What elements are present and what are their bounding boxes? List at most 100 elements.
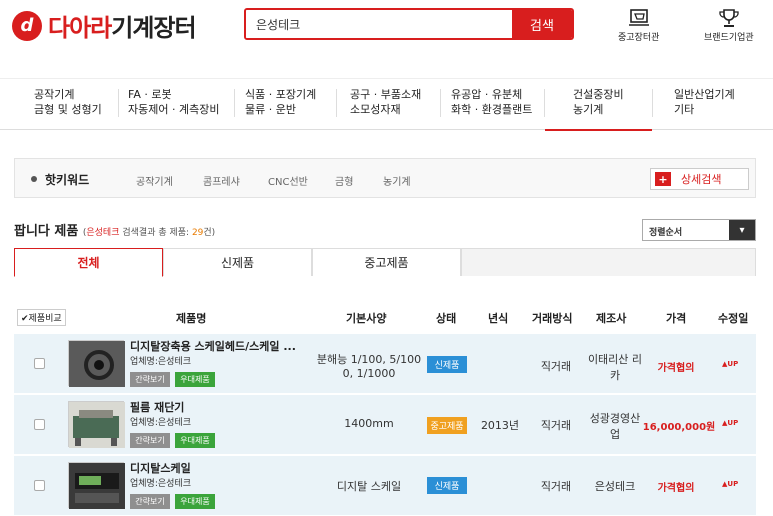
trade-cell: 직거래	[540, 419, 572, 432]
table-row[interactable]: 디지탈장축용 스케일헤드/스케일 ... 업체명:은성테크 간략보기 우대제품 …	[14, 334, 756, 394]
quick-view-button[interactable]: 간략보기	[130, 372, 170, 387]
col-spec: 기본사양	[346, 312, 387, 325]
maker-line1: 은성테크	[594, 480, 636, 493]
price-cell: 가격협의	[657, 363, 695, 374]
nav-line2: 금형 및 성형기	[34, 103, 102, 116]
spec-cell: 디지탈 스케일	[314, 478, 424, 494]
product-name-link[interactable]: 필름 재단기	[130, 399, 184, 415]
sort-label: 정렬순서	[649, 228, 683, 238]
table-row[interactable]: 필름 재단기 업체명:은성테크 간략보기 우대제품 1400mm 중고제품 20…	[14, 395, 756, 455]
logo-text: 다아라기계장터	[48, 8, 197, 43]
brand-company-label: 브랜드기업관	[704, 33, 754, 43]
sort-select[interactable]: 정렬순서 ▾	[642, 219, 756, 241]
nav-line1: FA · 로봇	[128, 88, 172, 101]
nav-item-general-industry[interactable]: 일반산업기계기타	[674, 87, 735, 117]
sell-title: 팝니다 제품	[14, 224, 79, 239]
spec-line2: 0, 1/1000	[342, 367, 396, 380]
maker-line2: 카	[609, 369, 621, 382]
nav-item-machine-tools[interactable]: 공작기계금형 및 성형기	[34, 87, 102, 117]
bullet-icon	[31, 176, 37, 182]
nav-line1: 유공압 · 유분체	[451, 88, 523, 101]
hot-keyword-link[interactable]: 농기계	[383, 173, 411, 188]
product-thumbnail[interactable]	[68, 340, 125, 387]
chevron-down-icon: ▾	[729, 220, 755, 240]
nav-item-tools-parts[interactable]: 공구 · 부품소재소모성자재	[350, 87, 421, 117]
maker-cell: 이태리산 리카	[584, 351, 646, 383]
nav-line2: 기타	[674, 103, 695, 116]
maker-cell: 은성테크	[584, 478, 646, 494]
tab-all[interactable]: 전체	[14, 248, 163, 277]
search-button[interactable]: 검색	[512, 10, 572, 38]
product-tabs: 전체 신제품 중고제품	[14, 248, 756, 277]
category-nav: 공작기계금형 및 성형기 FA · 로봇자동제어 · 계측장비 식품 · 포장기…	[0, 78, 773, 131]
maker-cell: 성광경영산 업	[584, 410, 646, 442]
hot-keyword-link[interactable]: 공작기계	[136, 173, 173, 188]
detail-search-button[interactable]: + 상세검색	[650, 168, 749, 190]
spec-line1: 1400mm	[344, 417, 394, 430]
product-thumbnail[interactable]	[68, 401, 125, 448]
company-name: 업체명:은성테크	[130, 357, 191, 367]
digital-scale-image	[69, 463, 125, 509]
nav-line2: 소모성자재	[350, 103, 401, 116]
trophy-icon	[719, 9, 739, 27]
quick-view-button[interactable]: 간략보기	[130, 433, 170, 448]
tab-new[interactable]: 신제품	[163, 248, 312, 276]
col-updated: 수정일	[718, 312, 749, 325]
nav-line1: 공작기계	[34, 88, 75, 101]
row-checkbox[interactable]	[34, 480, 45, 491]
film-cutter-image	[69, 402, 125, 448]
nav-item-construction[interactable]: 건설중장비 농기계	[545, 87, 652, 131]
site-logo[interactable]: d 다아라기계장터	[12, 8, 197, 43]
used-market-link[interactable]: 중고장터관	[618, 8, 659, 43]
nav-item-pneumatic[interactable]: 유공압 · 유분체화학 · 환경플랜트	[451, 87, 532, 117]
price-cell: 가격협의	[657, 483, 695, 494]
nav-line1: 일반산업기계	[674, 88, 735, 101]
up-button[interactable]: ▲UP	[722, 480, 738, 488]
search-input[interactable]	[246, 10, 512, 38]
nav-line1: 식품 · 포장기계	[245, 88, 317, 101]
hot-keyword-link[interactable]: 콤프레샤	[203, 173, 240, 188]
col-year: 년식	[488, 312, 509, 325]
maker-line2: 업	[609, 428, 621, 441]
product-thumbnail[interactable]	[68, 462, 125, 509]
search-bar: 검색	[244, 8, 574, 40]
spec-line1: 디지탈 스케일	[336, 480, 402, 493]
preferred-badge: 우대제품	[175, 433, 215, 448]
nav-item-fa-robot[interactable]: FA · 로봇자동제어 · 계측장비	[128, 87, 219, 117]
product-name-link[interactable]: 디지탈스케일	[130, 460, 191, 476]
hot-keyword-link[interactable]: 금형	[335, 173, 353, 188]
price-cell: 16,000,000원	[642, 422, 716, 433]
sell-section-title: 팝니다 제품 (은성테크 검색결과 총 제품: 29건)	[14, 220, 215, 239]
hot-keyword-link[interactable]: CNC선반	[268, 173, 308, 188]
product-name-link[interactable]: 디지탈장축용 스케일헤드/스케일 ...	[130, 338, 296, 354]
up-button[interactable]: ▲UP	[722, 419, 738, 427]
status-badge: 중고제품	[427, 417, 467, 434]
up-button[interactable]: ▲UP	[722, 360, 738, 368]
spec-line1: 분해능 1/100, 5/100	[316, 353, 422, 366]
col-maker: 제조사	[596, 312, 627, 325]
nav-line2: 화학 · 환경플랜트	[451, 103, 533, 116]
col-price: 가격	[666, 312, 687, 325]
store-icon	[628, 9, 649, 26]
table-row[interactable]: 디지탈스케일 업체명:은성테크 간략보기 우대제품 디지탈 스케일 신제품 직거…	[14, 456, 756, 516]
status-badge: 신제품	[427, 356, 467, 373]
spec-cell: 1400mm	[314, 417, 424, 430]
compare-button[interactable]: ✔제품비교	[17, 309, 66, 326]
brand-company-link[interactable]: 브랜드기업관	[704, 8, 754, 43]
col-trade: 거래방식	[532, 312, 573, 325]
logo-text-red: 다아라	[48, 14, 112, 42]
col-status: 상태	[436, 312, 457, 325]
quick-view-button[interactable]: 간략보기	[130, 494, 170, 509]
nav-item-food-packaging[interactable]: 식품 · 포장기계물류 · 운반	[245, 87, 316, 117]
tab-used[interactable]: 중고제품	[312, 248, 461, 276]
logo-text-dark: 기계장터	[111, 14, 196, 42]
nav-line2: 물류 · 운반	[245, 103, 296, 116]
preferred-badge: 우대제품	[175, 494, 215, 509]
nav-line2: 자동제어 · 계측장비	[128, 103, 220, 116]
row-checkbox[interactable]	[34, 358, 45, 369]
row-checkbox[interactable]	[34, 419, 45, 430]
hot-keyword-bar: 핫키워드 공작기계 콤프레샤 CNC선반 금형 농기계 + 상세검색	[14, 158, 756, 198]
col-product-name: 제품명	[176, 312, 207, 325]
nav-line1: 공구 · 부품소재	[350, 88, 422, 101]
company-name: 업체명:은성테크	[130, 479, 191, 489]
